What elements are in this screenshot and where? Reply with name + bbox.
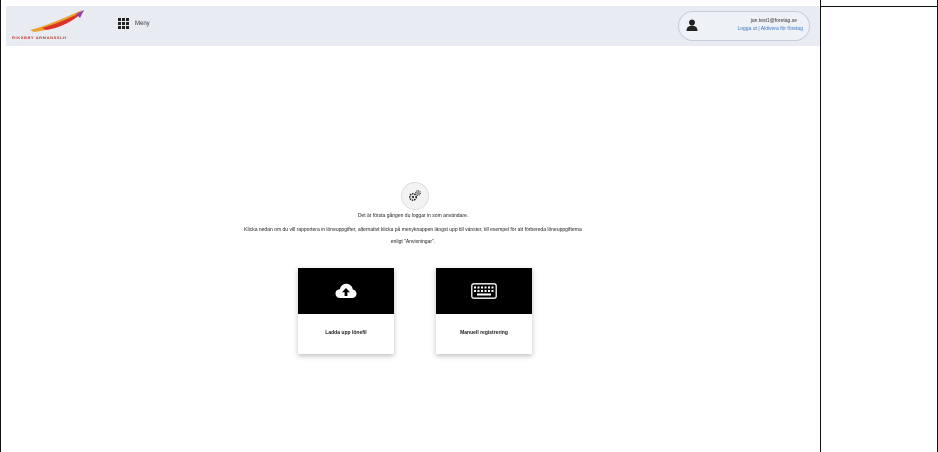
screenshot-frame: RIKSBBY ARMANSSLH Meny jan.test1@foretag… <box>0 0 938 452</box>
manual-card-header <box>436 268 532 314</box>
logout-link[interactable]: Logga ut <box>737 26 756 32</box>
grid-menu-icon <box>118 18 129 29</box>
keyboard-icon <box>471 283 497 299</box>
user-email: jan.test1@foretag.se <box>750 18 797 24</box>
info-line-3: enligt "Anvisningar". <box>390 239 436 245</box>
upload-file-card[interactable]: Ladda upp lönefil <box>298 268 394 354</box>
logo-text: RIKSBBY ARMANSSLH <box>12 35 67 40</box>
user-panel: jan.test1@foretag.se Logga ut | Aktivera… <box>678 11 810 41</box>
logo-swoosh-icon <box>30 10 84 32</box>
menu-label: Meny <box>135 20 150 27</box>
switch-company-link[interactable]: Aktivera för företag <box>761 26 803 32</box>
cloud-upload-icon <box>335 283 357 298</box>
frame-border-middle <box>820 0 821 452</box>
gears-icon <box>401 182 429 210</box>
company-logo[interactable]: RIKSBBY ARMANSSLH <box>12 8 96 44</box>
manual-card-label: Manuell registrering <box>460 330 508 336</box>
frame-border-top-right <box>820 6 938 7</box>
upload-card-label: Ladda upp lönefil <box>325 330 367 336</box>
upload-card-header <box>298 268 394 314</box>
user-icon <box>686 19 698 31</box>
app-window: RIKSBBY ARMANSSLH Meny jan.test1@foretag… <box>6 6 820 452</box>
frame-border-left <box>0 0 1 452</box>
info-line-1: Det är första gången du loggar in som an… <box>357 213 469 219</box>
user-links: Logga ut | Aktivera för företag <box>737 26 803 32</box>
menu-button[interactable]: Meny <box>118 18 150 29</box>
manual-registration-card[interactable]: Manuell registrering <box>436 268 532 354</box>
info-line-2: Klicka nedan om du vill rapportera in lö… <box>244 227 582 233</box>
top-header: RIKSBBY ARMANSSLH Meny jan.test1@foretag… <box>6 6 820 46</box>
